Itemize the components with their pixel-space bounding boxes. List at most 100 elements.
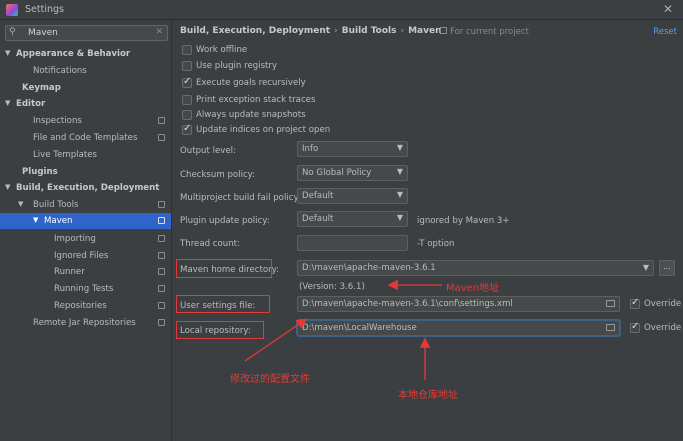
reset-link[interactable]: Reset (653, 27, 677, 37)
checksum-policy-select[interactable]: No Global Policy ▼ (297, 165, 408, 181)
checkbox-label: Always update snapshots (196, 110, 306, 120)
project-scope-icon (158, 252, 165, 259)
plugin-update-policy-select[interactable]: Default ▼ (297, 211, 408, 227)
annotation-box-user-settings (176, 295, 270, 313)
project-scope-icon (158, 268, 165, 275)
sidebar-item-keymap[interactable]: Keymap (0, 80, 171, 96)
project-scope-icon (158, 134, 165, 141)
select-value: Default (302, 191, 334, 201)
user-settings-input[interactable]: D:\maven\apache-maven-3.6.1\conf\setting… (297, 296, 620, 312)
browse-button[interactable]: ... (659, 260, 675, 276)
output-level-label: Output level: (180, 146, 236, 156)
project-scope-icon (158, 319, 165, 326)
sidebar-item-plugins[interactable]: Plugins (0, 164, 171, 180)
output-level-select[interactable]: Info ▼ (297, 141, 408, 157)
checkbox-label: Override (644, 323, 682, 333)
for-current-project-label: For current project (440, 27, 529, 37)
sidebar-item-inspections[interactable]: Inspections (0, 113, 171, 129)
checkbox-label: Work offline (196, 45, 248, 55)
checkbox-box[interactable] (182, 61, 192, 71)
sidebar-item-label: Remote Jar Repositories (33, 318, 136, 328)
project-scope-icon (158, 117, 165, 124)
sidebar-item-appearance-behavior[interactable]: ▼ Appearance & Behavior (0, 46, 171, 62)
sidebar-item-importing[interactable]: Importing (0, 231, 171, 247)
annotation-local-repo-address: 本地仓库地址 (398, 390, 458, 401)
sidebar-item-label: Repositories (54, 301, 107, 311)
thread-count-input[interactable] (297, 235, 408, 251)
sidebar-item-label: Build, Execution, Deployment (16, 183, 160, 193)
search-icon: ⚲ (9, 27, 16, 37)
sidebar-item-build-execution-deployment[interactable]: ▼ Build, Execution, Deployment (0, 180, 171, 196)
sidebar-item-remote-jar-repositories[interactable]: Remote Jar Repositories (0, 315, 171, 331)
sidebar-item-notifications[interactable]: Notifications (0, 63, 171, 79)
sidebar-item-running-tests[interactable]: Running Tests (0, 281, 171, 297)
checkbox-box[interactable] (182, 95, 192, 105)
sidebar-item-ignored-files[interactable]: Ignored Files (0, 248, 171, 264)
select-value: Default (302, 214, 334, 224)
expand-arrow-icon[interactable]: ▼ (5, 183, 10, 191)
checkbox-box[interactable] (630, 297, 640, 309)
local-repository-input[interactable]: D:\maven\LocalWarehouse (297, 320, 620, 336)
sidebar-item-label: File and Code Templates (33, 133, 138, 143)
sidebar-item-label: Inspections (33, 116, 82, 126)
settings-sidebar: ⚲ Maven ✕ ▼ Appearance & Behavior Notifi… (0, 20, 172, 441)
search-value[interactable]: Maven (28, 28, 58, 38)
checkbox-box[interactable] (182, 45, 192, 55)
intellij-logo-icon (6, 4, 18, 16)
sidebar-item-label: Importing (54, 234, 96, 244)
maven-version-label: (Version: 3.6.1) (299, 282, 365, 292)
checkbox-box[interactable] (182, 76, 192, 88)
maven-home-select[interactable]: D:\maven\apache-maven-3.6.1 ▼ (297, 260, 654, 276)
breadcrumb-separator: › (334, 26, 338, 36)
sidebar-item-label: Build Tools (33, 200, 79, 210)
sidebar-item-file-code-templates[interactable]: File and Code Templates (0, 130, 171, 146)
breadcrumb: Build, Execution, Deployment › Build Tools… (180, 26, 442, 36)
thread-count-note: -T option (417, 239, 455, 249)
sidebar-item-label: Appearance & Behavior (16, 49, 131, 59)
sidebar-item-maven[interactable]: ▼ Maven (0, 213, 171, 229)
checkbox-box[interactable] (182, 110, 192, 120)
multiproject-fail-policy-select[interactable]: Default ▼ (297, 188, 408, 204)
expand-arrow-icon[interactable]: ▼ (5, 49, 10, 57)
sidebar-item-label: Live Templates (33, 150, 97, 160)
input-value: D:\maven\LocalWarehouse (302, 323, 417, 333)
search-input[interactable]: ⚲ Maven ✕ (5, 25, 168, 41)
sidebar-item-live-templates[interactable]: Live Templates (0, 147, 171, 163)
close-icon[interactable]: ✕ (663, 2, 673, 16)
project-scope-icon (158, 285, 165, 292)
select-value: Info (302, 144, 319, 154)
annotation-box-local-repository (176, 321, 264, 339)
clear-search-icon[interactable]: ✕ (155, 27, 163, 37)
project-scope-icon (158, 235, 165, 242)
sidebar-item-editor[interactable]: ▼ Editor (0, 96, 171, 112)
chevron-down-icon: ▼ (396, 143, 403, 152)
sidebar-item-label: Editor (16, 99, 46, 109)
breadcrumb-item: Build, Execution, Deployment (180, 26, 331, 36)
annotation-modified-config: 修改过的配置文件 (230, 374, 310, 385)
sidebar-item-label: Running Tests (54, 284, 114, 294)
checkbox-label: Print exception stack traces (196, 95, 316, 105)
folder-icon[interactable] (606, 324, 615, 331)
checkbox-box[interactable] (630, 321, 640, 333)
checkbox-label: Override (644, 299, 682, 309)
sidebar-item-label: Keymap (22, 83, 61, 93)
checkbox-label: Update indices on project open (196, 125, 331, 135)
chevron-down-icon: ▼ (642, 263, 649, 272)
sidebar-item-build-tools[interactable]: ▼ Build Tools (0, 197, 171, 213)
window-title: Settings (25, 4, 64, 15)
sidebar-item-repositories[interactable]: Repositories (0, 298, 171, 314)
project-scope-icon (440, 27, 447, 34)
expand-arrow-icon[interactable]: ▼ (33, 216, 38, 224)
folder-icon[interactable] (606, 300, 615, 307)
sidebar-item-runner[interactable]: Runner (0, 264, 171, 280)
expand-arrow-icon[interactable]: ▼ (5, 99, 10, 107)
project-scope-icon (158, 217, 165, 224)
expand-arrow-icon[interactable]: ▼ (18, 200, 23, 208)
checksum-policy-label: Checksum policy: (180, 170, 256, 180)
checkbox-box[interactable] (182, 123, 192, 135)
breadcrumb-item: Build Tools (341, 26, 397, 36)
breadcrumb-item: Maven (408, 26, 442, 36)
input-value: D:\maven\apache-maven-3.6.1 (302, 263, 436, 273)
checkbox-label: Execute goals recursively (196, 78, 306, 88)
thread-count-label: Thread count: (180, 239, 240, 249)
